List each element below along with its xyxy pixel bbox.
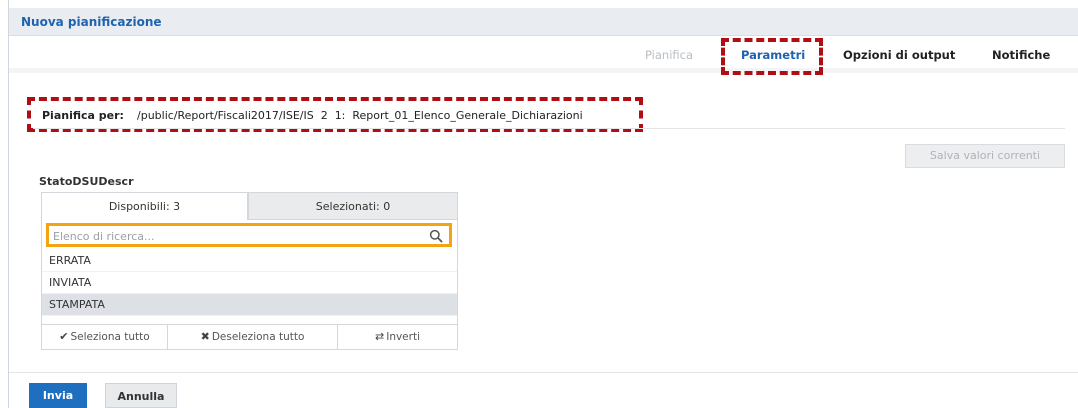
title-bar: Nuova pianificazione xyxy=(9,8,1078,36)
save-current-values-button[interactable]: Salva valori correnti xyxy=(905,144,1065,168)
deselect-all-button[interactable]: ✖ Deseleziona tutto xyxy=(168,325,338,349)
highlight-active-tab xyxy=(721,38,823,75)
check-icon: ✔ xyxy=(59,330,69,343)
multiselect-picker: Disponibili: 3 Selezionati: 0 ERRATA INV… xyxy=(41,192,458,350)
select-all-button[interactable]: ✔ Seleziona tutto xyxy=(42,325,168,349)
tab-pianifica[interactable]: Pianifica xyxy=(645,48,693,62)
select-all-label: Seleziona tutto xyxy=(70,331,150,343)
submit-button[interactable]: Invia xyxy=(29,383,87,408)
search-icon[interactable] xyxy=(429,229,443,243)
list-item-stampata[interactable]: STAMPATA xyxy=(42,294,457,316)
options-list: ERRATA INVIATA STAMPATA xyxy=(41,250,458,324)
tab-divider xyxy=(9,68,1078,73)
footer-divider xyxy=(9,372,1078,373)
invert-icon: ⇄ xyxy=(375,330,385,343)
page-title: Nuova pianificazione xyxy=(21,15,162,29)
invert-button[interactable]: ⇄ Inverti xyxy=(338,325,457,349)
cancel-button[interactable]: Annulla xyxy=(105,383,177,408)
highlight-schedule-path xyxy=(27,97,643,132)
tab-opzioni-output[interactable]: Opzioni di output xyxy=(843,48,955,62)
tab-notifiche[interactable]: Notifiche xyxy=(992,48,1050,62)
list-item-inviata[interactable]: INVIATA xyxy=(42,272,457,294)
deselect-all-label: Deseleziona tutto xyxy=(211,331,305,343)
x-icon: ✖ xyxy=(200,330,210,343)
search-row xyxy=(41,220,458,250)
scheduler-panel: Nuova pianificazione Pianifica Parametri… xyxy=(8,0,1078,408)
list-item-errata[interactable]: ERRATA xyxy=(42,250,457,272)
search-box xyxy=(46,223,452,247)
invert-label: Inverti xyxy=(386,331,420,343)
parameter-label: StatoDSUDescr xyxy=(39,175,134,188)
tab-selected[interactable]: Selezionati: 0 xyxy=(248,192,458,220)
list-actions: ✔ Seleziona tutto ✖ Deseleziona tutto ⇄ Inv… xyxy=(41,324,458,350)
tab-available[interactable]: Disponibili: 3 xyxy=(41,192,248,220)
wizard-tabs: Pianifica Parametri Opzioni di output No… xyxy=(9,37,1078,75)
divider xyxy=(33,128,1065,129)
search-input[interactable] xyxy=(53,227,413,245)
